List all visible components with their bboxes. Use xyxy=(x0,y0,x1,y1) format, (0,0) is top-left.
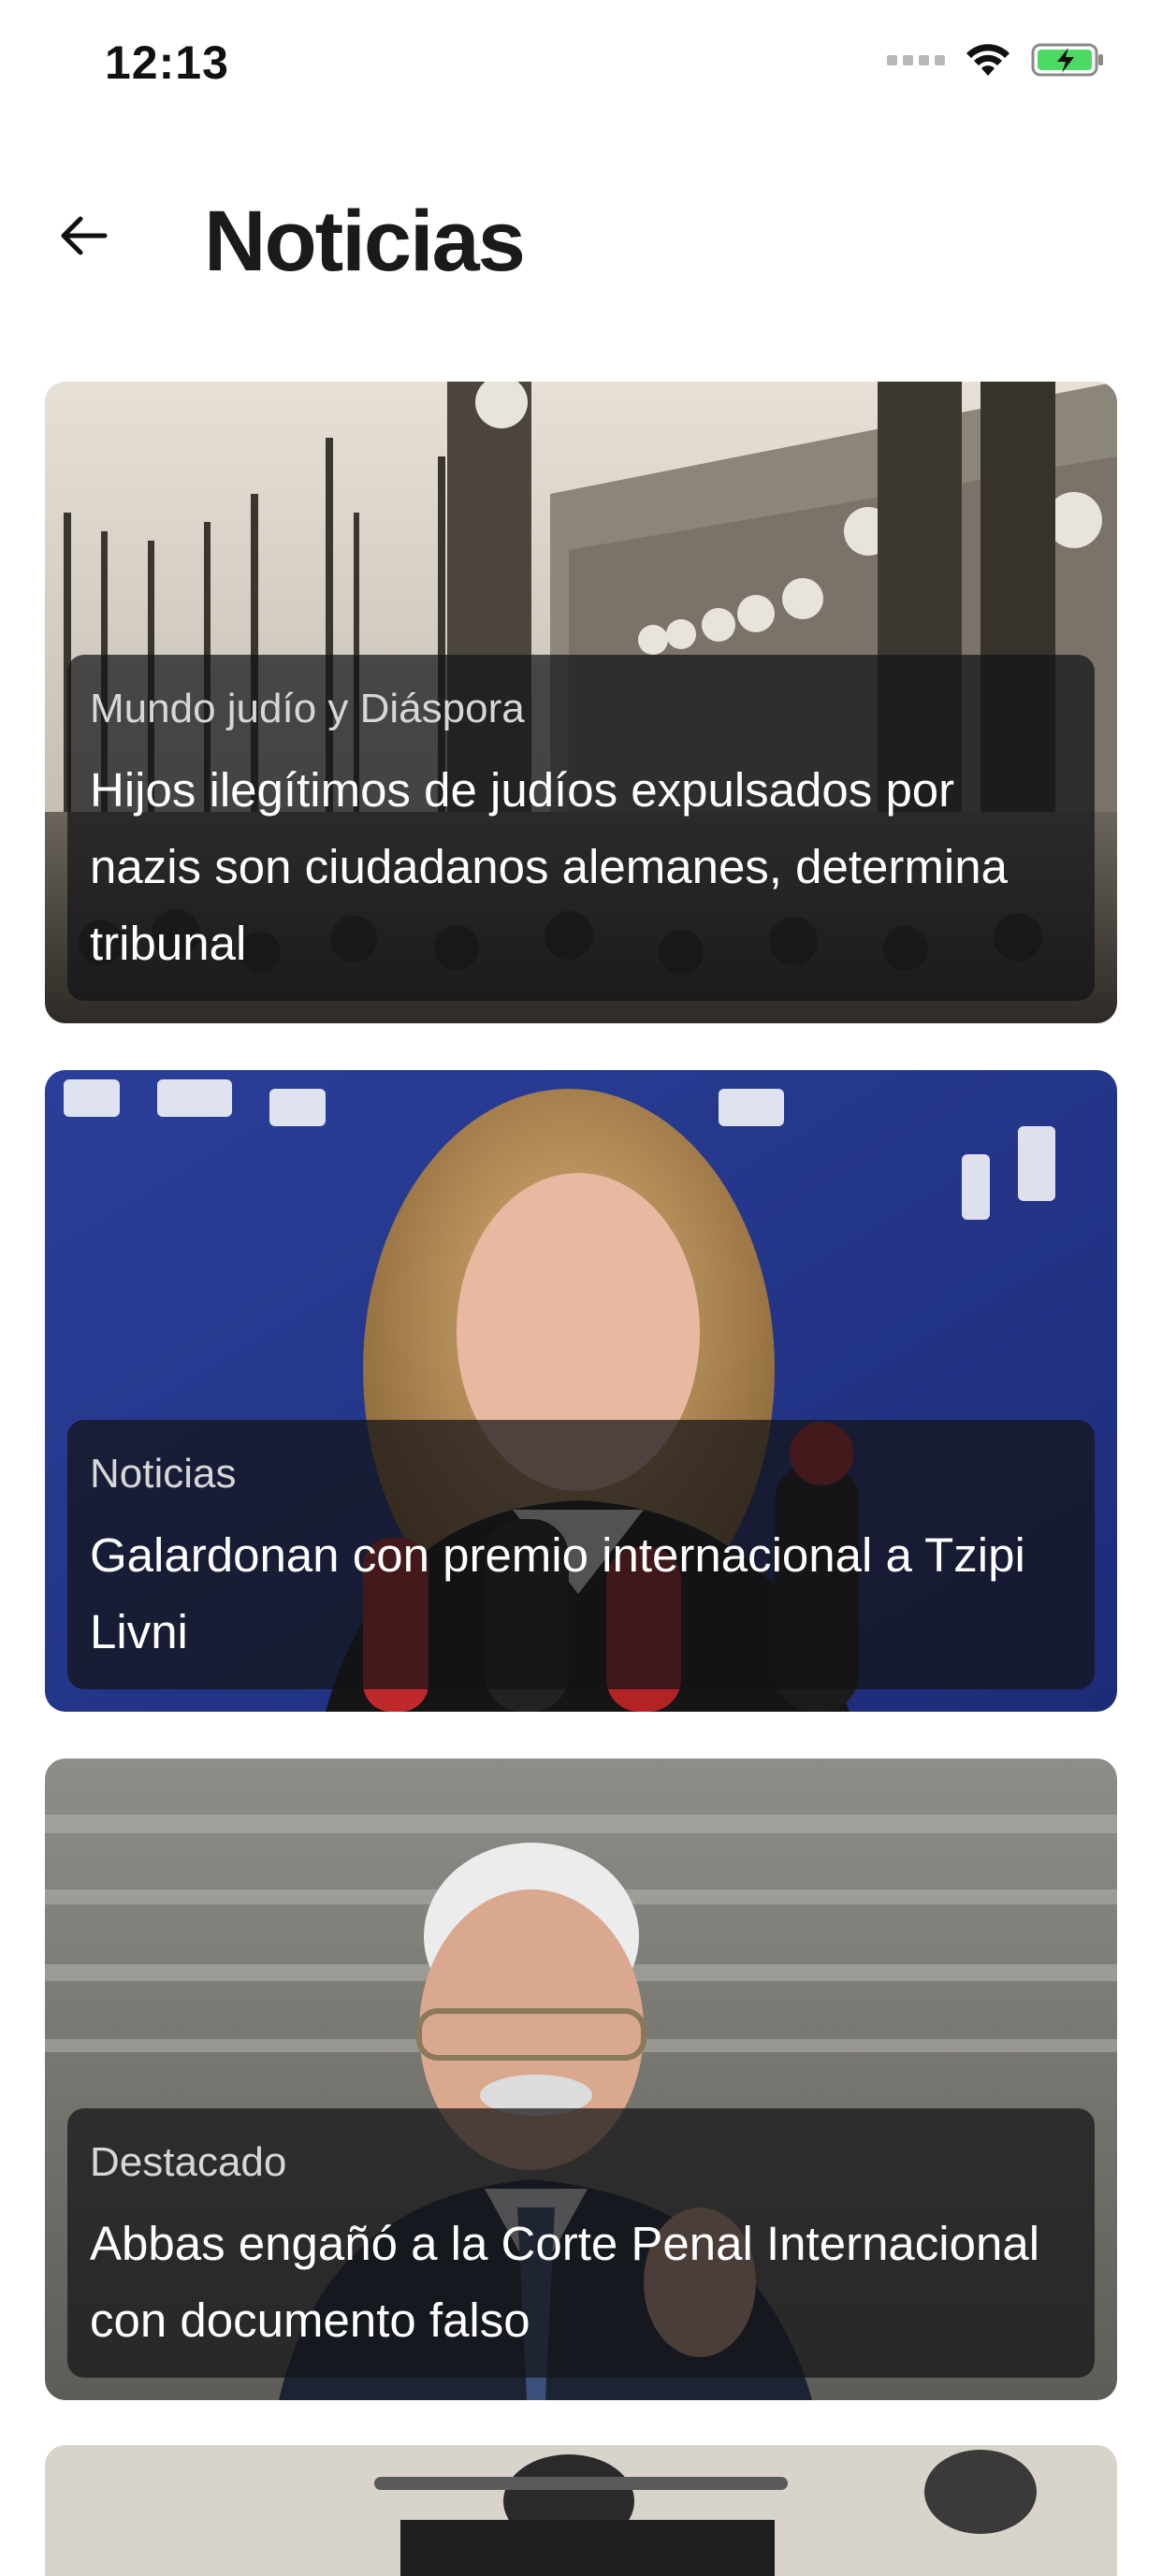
card-category: Noticias xyxy=(90,1450,237,1497)
card-title: Hijos ilegítimos de judíos expulsados po… xyxy=(90,763,1008,970)
news-card-partial[interactable] xyxy=(45,2445,1117,2576)
card-caption: Destacado Abbas engañó a la Corte Penal … xyxy=(67,2107,1095,2378)
back-button[interactable] xyxy=(49,202,116,269)
card-title: Galardonan con premio internacional a Tz… xyxy=(90,1528,1025,1658)
news-card[interactable]: Mundo judío y Diáspora Hijos ilegítimos … xyxy=(45,382,1117,1023)
status-icons xyxy=(887,41,1106,79)
header: Noticias xyxy=(0,168,1162,318)
article-photo xyxy=(45,2445,1117,2576)
card-caption: Mundo judío y Diáspora Hijos ilegítimos … xyxy=(67,654,1095,1001)
card-title: Abbas engañó a la Corte Penal Internacio… xyxy=(90,2217,1040,2347)
status-time: 12:13 xyxy=(105,36,229,89)
card-category: Mundo judío y Diáspora xyxy=(90,685,525,731)
news-list: Mundo judío y Diáspora Hijos ilegítimos … xyxy=(45,382,1117,2447)
news-card[interactable]: Noticias Galardonan con premio internaci… xyxy=(45,1070,1117,1712)
battery-charging-icon xyxy=(1031,43,1103,77)
card-caption: Noticias Galardonan con premio internaci… xyxy=(67,1419,1095,1689)
wifi-icon xyxy=(966,44,1009,76)
card-category: Destacado xyxy=(90,2138,287,2185)
arrow-left-icon xyxy=(61,216,108,255)
status-bar: 12:13 xyxy=(0,0,1162,131)
news-card[interactable]: Destacado Abbas engañó a la Corte Penal … xyxy=(45,1758,1117,2400)
cellular-signal-icon xyxy=(887,54,945,65)
home-indicator[interactable] xyxy=(374,2477,788,2490)
page-title: Noticias xyxy=(204,194,526,289)
